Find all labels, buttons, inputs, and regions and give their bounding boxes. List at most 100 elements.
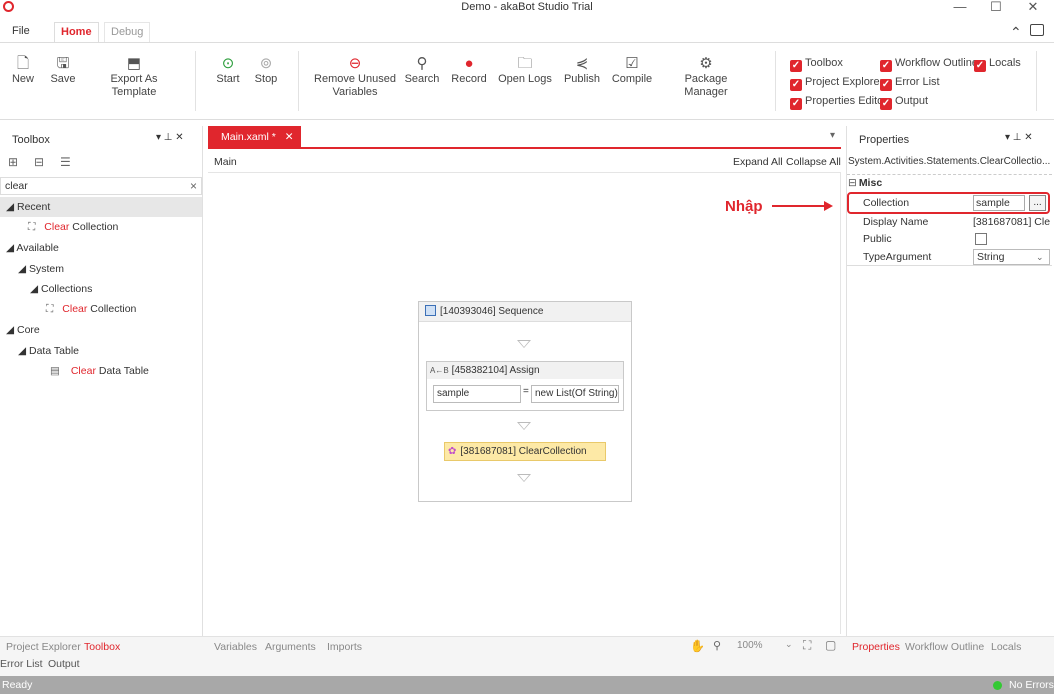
tree-group-recent[interactable]: ◢ Recent: [0, 197, 202, 217]
new-file-icon: 🗋: [16, 55, 30, 72]
zoom-level-strip[interactable]: 100%: [737, 640, 763, 651]
public-checkbox[interactable]: [975, 233, 987, 245]
annotation-label: Nhập: [725, 198, 763, 215]
tab-home[interactable]: Home: [54, 22, 99, 42]
breadcrumb[interactable]: Main: [214, 156, 237, 168]
toolbox-pin-controls[interactable]: ▾ ⊥ ✕: [156, 126, 184, 150]
checkbox-workflow-outline[interactable]: ✓ Workflow Outline: [880, 55, 978, 72]
bottom-tab-properties[interactable]: Properties: [852, 639, 900, 655]
collapse-section-icon[interactable]: ⊟: [848, 177, 857, 189]
checkbox-locals[interactable]: ✓ Locals: [974, 55, 1021, 72]
checkbox-workflow-outline-label: Workflow Outline: [895, 57, 978, 69]
checkbox-error-list[interactable]: ✓ Error List: [880, 74, 940, 91]
display-name-value[interactable]: [381687081] Clea: [973, 213, 1050, 231]
window-title: Demo - akaBot Studio Trial: [461, 1, 593, 13]
zoom-icon[interactable]: ⚲: [713, 639, 721, 652]
new-button[interactable]: 🗋 New: [8, 55, 38, 86]
bottom-tab-project-explorer[interactable]: Project Explorer: [6, 639, 81, 655]
checkbox-output-label: Output: [895, 95, 929, 107]
search-button[interactable]: ⚲ Search: [404, 55, 440, 86]
checkmark-icon: ✓: [880, 60, 892, 72]
remove-unused-variables-button[interactable]: ⊖ Remove Unused Variables: [312, 55, 398, 99]
property-row-display-name: Display Name [381687081] Clea: [847, 213, 1050, 231]
list-view-icon[interactable]: ☰: [60, 155, 71, 169]
remove-label-1: Remove Unused: [314, 73, 396, 85]
pan-hand-icon[interactable]: ✋: [690, 639, 705, 653]
stop-button[interactable]: ⊚ Stop: [250, 55, 282, 86]
bottom-tab-locals[interactable]: Locals: [991, 639, 1021, 655]
assign-value-input[interactable]: new List(Of String): [531, 385, 619, 403]
save-button[interactable]: 🖫 Save: [48, 55, 78, 86]
designer-tab-arguments-strip[interactable]: Arguments: [265, 639, 316, 655]
collapse-all-icon[interactable]: ⊟: [34, 155, 44, 169]
checkmark-icon: ✓: [790, 79, 802, 91]
maximize-button[interactable]: ☐: [981, 0, 1011, 16]
collapse-all-link[interactable]: Collapse All: [786, 156, 841, 168]
assign-to-input[interactable]: sample: [433, 385, 521, 403]
designer-tab-variables-strip[interactable]: Variables: [214, 639, 257, 655]
record-button[interactable]: ● Record: [450, 55, 488, 86]
checkmark-icon: ✓: [790, 98, 802, 110]
match-highlight: Clear: [44, 221, 70, 233]
toolbox-search-input[interactable]: clear ×: [0, 177, 202, 195]
collapse-ribbon-icon[interactable]: ⌃: [1010, 24, 1022, 41]
type-argument-select[interactable]: String ⌄: [973, 249, 1050, 265]
checkbox-properties-editor-label: Properties Editor: [805, 95, 887, 107]
checkbox-project-explorer[interactable]: ✓ Project Explorer: [790, 74, 884, 91]
tree-item-clear-collection[interactable]: ⛶ Clear Collection: [46, 299, 136, 319]
expand-all-link[interactable]: Expand All: [733, 156, 783, 168]
fit-to-screen-icon[interactable]: ⛶: [803, 638, 811, 653]
checkbox-error-list-label: Error List: [895, 76, 940, 88]
close-button[interactable]: ✕: [1018, 0, 1048, 16]
panel-layout-icon[interactable]: [1030, 24, 1044, 36]
checkbox-output[interactable]: ✓ Output: [880, 93, 929, 110]
export-icon: ⬒: [126, 55, 142, 72]
clear-collection-activity[interactable]: ✿ [381687081] ClearCollection: [444, 442, 606, 461]
properties-section-misc[interactable]: ⊟ Misc: [848, 177, 882, 189]
clear-search-icon[interactable]: ×: [190, 179, 197, 193]
error-status[interactable]: No Errors: [1009, 676, 1054, 694]
designer-tab-imports-strip[interactable]: Imports: [327, 639, 362, 655]
checkmark-icon: ✓: [880, 79, 892, 91]
zoom-dropdown-icon[interactable]: ⌄: [785, 639, 793, 650]
publish-button[interactable]: ⋞ Publish: [562, 55, 602, 86]
checkbox-project-explorer-label: Project Explorer: [805, 76, 884, 88]
tree-group-available[interactable]: ◢ Available: [6, 238, 59, 258]
overview-icon[interactable]: ▢: [825, 638, 836, 652]
tab-file[interactable]: File: [6, 22, 36, 42]
checkbox-toolbox[interactable]: ✓ Toolbox: [790, 55, 843, 72]
checkbox-properties-editor[interactable]: ✓ Properties Editor: [790, 93, 887, 110]
sequence-activity[interactable]: [140393046] Sequence A←B [458382104] Assi…: [418, 301, 632, 502]
assign-icon: A←B: [430, 366, 449, 375]
minimize-button[interactable]: —: [945, 0, 975, 16]
open-logs-button[interactable]: 🗀 Open Logs: [498, 55, 552, 86]
bottom-tab-error-list[interactable]: Error List: [0, 656, 43, 672]
status-bar: Ready No Errors: [0, 676, 1054, 694]
tab-menu-icon[interactable]: ▾: [830, 130, 835, 141]
export-template-button[interactable]: ⬒ Export As Template: [88, 55, 180, 99]
tree-group-system[interactable]: ◢ System: [18, 259, 64, 279]
play-icon: ⊙: [221, 55, 235, 72]
properties-grid-bottom: [847, 265, 1052, 266]
bottom-tab-output[interactable]: Output: [48, 656, 80, 672]
expand-all-icon[interactable]: ⊞: [8, 155, 18, 169]
bottom-tab-toolbox[interactable]: Toolbox: [84, 639, 120, 655]
tree-item-clear-collection-recent[interactable]: ⛶ Clear Collection: [28, 217, 118, 237]
tree-group-data-table[interactable]: ◢ Data Table: [18, 341, 79, 361]
package-manager-button[interactable]: ⚙ Package Manager: [664, 55, 748, 99]
start-button[interactable]: ⊙ Start: [212, 55, 244, 86]
properties-pin-controls[interactable]: ▾ ⊥ ✕: [1005, 126, 1033, 150]
new-label: New: [11, 73, 34, 85]
data-table-icon: ▤: [50, 365, 60, 377]
type-argument-value: String: [977, 251, 1005, 263]
compile-button[interactable]: ☑ Compile: [610, 55, 654, 86]
tab-main-xaml[interactable]: Main.xaml * ✕: [208, 126, 301, 148]
close-tab-icon[interactable]: ✕: [285, 131, 294, 143]
toolbox-title: Toolbox: [12, 134, 50, 146]
tree-item-clear-data-table[interactable]: ▤ Clear Data Table: [50, 361, 149, 381]
tree-group-core[interactable]: ◢ Core: [6, 320, 40, 340]
tab-debug[interactable]: Debug: [104, 22, 151, 42]
assign-activity[interactable]: A←B [458382104] Assign sample = new List(…: [426, 361, 624, 411]
bottom-tab-workflow-outline[interactable]: Workflow Outline: [905, 639, 984, 655]
tree-group-collections[interactable]: ◢ Collections: [30, 279, 92, 299]
